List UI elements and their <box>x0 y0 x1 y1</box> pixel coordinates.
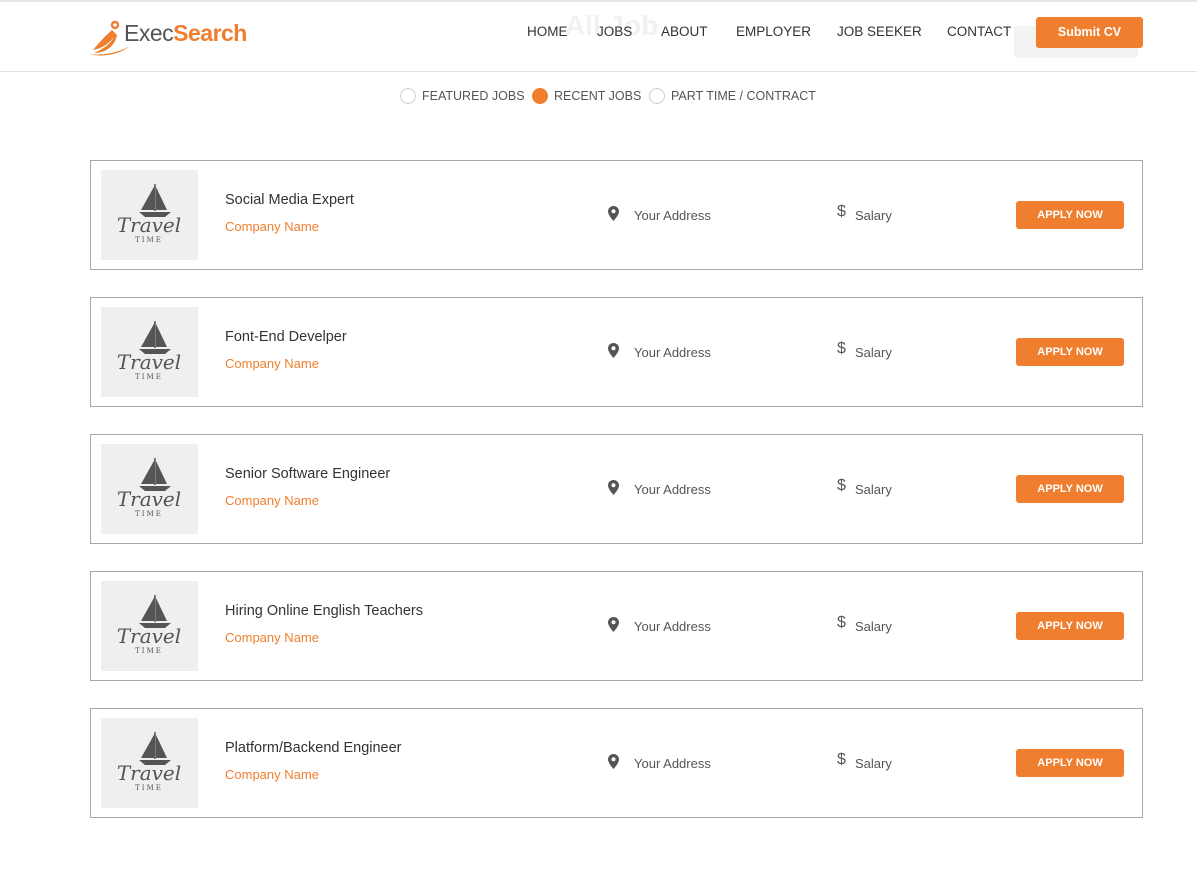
tab-part-time-contract[interactable]: PART TIME / CONTRACT <box>649 87 816 105</box>
sailboat-icon: Travel TIME <box>117 458 181 518</box>
map-pin-icon <box>608 206 619 221</box>
dollar-icon: $ <box>837 751 846 768</box>
nav-about[interactable]: ABOUT <box>661 24 708 39</box>
tab-label: PART TIME / CONTRACT <box>671 89 816 103</box>
logo-word: Travel <box>117 350 181 374</box>
logo-sub: TIME <box>135 784 163 792</box>
job-title[interactable]: Font-End Develper <box>225 329 347 345</box>
job-title[interactable]: Hiring Online English Teachers <box>225 603 423 619</box>
job-salary: Salary <box>855 756 892 771</box>
radio-selected-icon[interactable] <box>532 88 548 104</box>
radio-icon[interactable] <box>649 88 665 104</box>
company-name[interactable]: Company Name <box>225 356 319 371</box>
job-card: Travel TIME Platform/Backend Engineer Co… <box>90 708 1143 818</box>
sailboat-icon: Travel TIME <box>117 595 181 655</box>
company-logo: Travel TIME <box>101 718 198 808</box>
logo-sub: TIME <box>135 647 163 655</box>
job-salary: Salary <box>855 345 892 360</box>
company-logo: Travel TIME <box>101 307 198 397</box>
tab-label: RECENT JOBS <box>554 89 642 103</box>
job-card: Travel TIME Font-End Develper Company Na… <box>90 297 1143 407</box>
submit-cv-button[interactable]: Submit CV <box>1036 17 1143 48</box>
job-address: Your Address <box>634 756 711 771</box>
apply-now-button[interactable]: APPLY NOW <box>1016 338 1124 366</box>
job-filter-tabs: FEATURED JOBS RECENT JOBS PART TIME / CO… <box>0 87 1197 107</box>
dollar-icon: $ <box>837 477 846 494</box>
map-pin-icon <box>608 617 619 632</box>
company-name[interactable]: Company Name <box>225 219 319 234</box>
dollar-icon: $ <box>837 340 846 357</box>
logo-sub: TIME <box>135 236 163 244</box>
site-header: All Job ExecSearch HOME JOBS ABOUT EMPLO… <box>0 0 1197 72</box>
logo-word: Travel <box>117 213 181 237</box>
company-name[interactable]: Company Name <box>225 767 319 782</box>
logo-word: Travel <box>117 624 181 648</box>
logo-sub: TIME <box>135 373 163 381</box>
nav-employer[interactable]: EMPLOYER <box>736 24 811 39</box>
nav-home[interactable]: HOME <box>527 24 568 39</box>
logo-sub: TIME <box>135 510 163 518</box>
job-salary: Salary <box>855 208 892 223</box>
sailboat-icon: Travel TIME <box>117 321 181 381</box>
nav-job-seeker[interactable]: JOB SEEKER <box>837 24 922 39</box>
radio-icon[interactable] <box>400 88 416 104</box>
job-salary: Salary <box>855 619 892 634</box>
apply-now-button[interactable]: APPLY NOW <box>1016 475 1124 503</box>
apply-now-button[interactable]: APPLY NOW <box>1016 612 1124 640</box>
job-title[interactable]: Senior Software Engineer <box>225 466 390 482</box>
sailboat-icon: Travel TIME <box>117 732 181 792</box>
dollar-icon: $ <box>837 614 846 631</box>
apply-now-button[interactable]: APPLY NOW <box>1016 749 1124 777</box>
tab-label: FEATURED JOBS <box>422 89 525 103</box>
sailboat-icon: Travel TIME <box>117 184 181 244</box>
company-logo: Travel TIME <box>101 581 198 671</box>
company-logo: Travel TIME <box>101 170 198 260</box>
job-title[interactable]: Social Media Expert <box>225 192 354 208</box>
job-address: Your Address <box>634 482 711 497</box>
job-address: Your Address <box>634 208 711 223</box>
company-name[interactable]: Company Name <box>225 493 319 508</box>
tab-recent-jobs[interactable]: RECENT JOBS <box>532 87 641 105</box>
company-logo: Travel TIME <box>101 444 198 534</box>
job-address: Your Address <box>634 619 711 634</box>
job-salary: Salary <box>855 482 892 497</box>
nav-contact[interactable]: CONTACT <box>947 24 1011 39</box>
map-pin-icon <box>608 343 619 358</box>
logo-word: Travel <box>117 761 181 785</box>
nav-jobs[interactable]: JOBS <box>597 24 632 39</box>
apply-now-button[interactable]: APPLY NOW <box>1016 201 1124 229</box>
company-name[interactable]: Company Name <box>225 630 319 645</box>
map-pin-icon <box>608 754 619 769</box>
map-pin-icon <box>608 480 619 495</box>
job-card: Travel TIME Senior Software Engineer Com… <box>90 434 1143 544</box>
job-card: Travel TIME Social Media Expert Company … <box>90 160 1143 270</box>
tab-featured-jobs[interactable]: FEATURED JOBS <box>400 87 525 105</box>
main-nav: HOME JOBS ABOUT EMPLOYER JOB SEEKER CONT… <box>0 24 1197 44</box>
dollar-icon: $ <box>837 203 846 220</box>
logo-word: Travel <box>117 487 181 511</box>
job-title[interactable]: Platform/Backend Engineer <box>225 740 402 756</box>
job-card: Travel TIME Hiring Online English Teache… <box>90 571 1143 681</box>
job-address: Your Address <box>634 345 711 360</box>
